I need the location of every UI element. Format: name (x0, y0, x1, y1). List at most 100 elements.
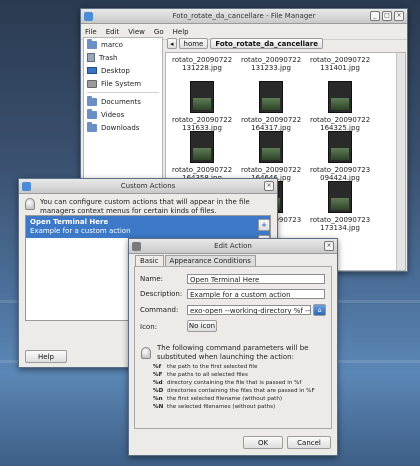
file-name: rotato_20090722 131401.jpg (310, 56, 371, 72)
file-item[interactable]: rotato_20090722 131401.jpg (310, 53, 371, 72)
sidebar-divider (87, 92, 159, 93)
menu-go[interactable]: Go (154, 28, 164, 36)
help-button[interactable]: Help (25, 350, 67, 363)
icon-button[interactable]: No icon (187, 320, 217, 332)
file-item[interactable]: rotato_20090722 131633.jpg (172, 81, 232, 132)
app-icon (132, 241, 141, 251)
param-desc: the path to the first selected file (167, 364, 258, 370)
sidebar-item-label: File System (101, 79, 142, 88)
command-label: Command: (140, 306, 179, 314)
image-thumbnail (259, 81, 283, 113)
sidebar-item-trash[interactable]: Trash (84, 51, 162, 64)
file-manager-title: Foto_rotate_da_cancellare - File Manager (172, 12, 316, 20)
param-row: %f the path to the first selected file (153, 363, 315, 371)
file-name: rotato_20090722 131233.jpg (241, 56, 302, 72)
sidebar-item-downloads[interactable]: Downloads (84, 121, 162, 134)
file-item[interactable]: rotato_20090722 131233.jpg (241, 52, 302, 72)
sidebar-item-label: Documents (101, 97, 141, 106)
close-icon[interactable]: × (324, 241, 334, 251)
file-item[interactable]: rotato_20090723 173134.jpg (310, 181, 370, 232)
close-icon[interactable]: × (394, 11, 404, 21)
close-icon[interactable]: × (264, 181, 274, 191)
trash-icon (87, 53, 95, 62)
description-label: Description: (140, 290, 183, 298)
cancel-button[interactable]: Cancel (287, 436, 331, 449)
file-name: rotato_20090723 173134.jpg (310, 216, 371, 232)
sidebar-item-desktop[interactable]: Desktop (84, 64, 162, 77)
browse-command-button[interactable]: ⌂ (313, 304, 326, 316)
image-thumbnail (190, 81, 214, 113)
param-code: %N (153, 404, 164, 410)
custom-actions-titlebar[interactable]: Custom Actions × (19, 179, 277, 194)
breadcrumb-home[interactable]: home (178, 38, 209, 49)
basic-panel: Name: Open Terminal Here Description: Ex… (134, 266, 332, 429)
file-item[interactable]: rotato_20090722 164325.jpg (310, 81, 370, 132)
edit-action-titlebar[interactable]: Edit Action × (129, 239, 337, 254)
lightbulb-icon (25, 198, 35, 210)
sidebar-item-documents[interactable]: Documents (84, 95, 162, 108)
folder-icon (87, 121, 97, 132)
command-field[interactable]: exo-open --working-directory %f --laun (187, 305, 311, 315)
sidebar-item-label: Desktop (101, 66, 130, 75)
file-name: rotato_20090722 131228.jpg (172, 56, 233, 72)
breadcrumb: ◂ home Foto_rotate_da_cancellare (167, 38, 323, 49)
breadcrumb-current[interactable]: Foto_rotate_da_cancellare (210, 38, 323, 49)
action-description: Example for a custom action (30, 227, 131, 235)
info-text: You can configure custom actions that wi… (40, 198, 250, 215)
ok-button[interactable]: OK (243, 436, 283, 449)
menu-file[interactable]: File (85, 28, 97, 36)
folder-icon (87, 95, 97, 106)
name-field[interactable]: Open Terminal Here (187, 274, 325, 284)
param-desc: the selected filenames (without paths) (167, 404, 276, 410)
sidebar-item-label: marco (101, 40, 123, 49)
param-code: %F (153, 372, 163, 378)
image-thumbnail (328, 131, 352, 163)
description-field[interactable]: Example for a custom action (187, 289, 325, 299)
breadcrumb-back-button[interactable]: ◂ (167, 38, 177, 49)
name-label: Name: (140, 275, 164, 283)
list-item[interactable]: Open Terminal Here Example for a custom … (26, 216, 270, 238)
image-thumbnail (190, 52, 214, 53)
maximize-icon[interactable]: □ (382, 11, 392, 21)
param-desc: the paths to all selected files (167, 372, 248, 378)
icon-label: Icon: (140, 323, 157, 331)
param-row: %N the selected filenames (without paths) (153, 403, 315, 411)
file-item[interactable]: rotato_20090723 094424.jpg (310, 131, 370, 182)
lightbulb-icon (141, 347, 151, 359)
file-item[interactable]: rotato_20090722 164646.jpg (241, 131, 301, 182)
sidebar-item-marco[interactable]: marco (84, 38, 162, 51)
file-item[interactable]: rotato_20090722 131228.jpg (172, 52, 233, 72)
minimize-icon[interactable]: _ (370, 11, 380, 21)
vertical-scrollbar[interactable] (396, 53, 405, 270)
menu-view[interactable]: View (128, 28, 145, 36)
menu-help[interactable]: Help (173, 28, 189, 36)
param-row: %d directory containing the file that is … (153, 379, 315, 387)
folder-home-icon (87, 38, 97, 49)
add-action-button[interactable]: + (258, 219, 270, 231)
param-row: %F the paths to all selected files (153, 371, 315, 379)
image-thumbnail (259, 52, 283, 53)
sidebar-item-filesystem[interactable]: File System (84, 77, 162, 90)
params-intro: The following command parameters will be… (157, 344, 309, 361)
app-icon (22, 181, 31, 191)
sidebar-item-label: Downloads (101, 123, 140, 132)
sidebar-item-videos[interactable]: Videos (84, 108, 162, 121)
image-thumbnail (259, 131, 283, 163)
menu-edit[interactable]: Edit (106, 28, 120, 36)
param-desc: directory containing the file that is pa… (167, 380, 302, 386)
file-item[interactable]: rotato_20090722 164358.jpg (172, 131, 232, 182)
file-manager-titlebar[interactable]: Foto_rotate_da_cancellare - File Manager… (81, 9, 407, 24)
edit-action-title: Edit Action (214, 242, 252, 250)
param-desc: the first selected filename (without pat… (167, 396, 283, 402)
edit-action-window: Edit Action × Basic Appearance Condition… (128, 238, 338, 456)
image-thumbnail (328, 81, 352, 113)
drive-icon (87, 79, 97, 88)
app-icon (84, 11, 93, 21)
image-thumbnail (328, 181, 352, 213)
file-item[interactable]: rotato_20090722 164317.jpg (241, 81, 301, 132)
file-name: rotato_20090722 164325.jpg (310, 116, 371, 132)
action-name: Open Terminal Here (30, 218, 109, 226)
param-code: %d (153, 380, 163, 386)
file-name: rotato_20090722 164317.jpg (241, 116, 302, 132)
param-code: %f (153, 364, 162, 370)
